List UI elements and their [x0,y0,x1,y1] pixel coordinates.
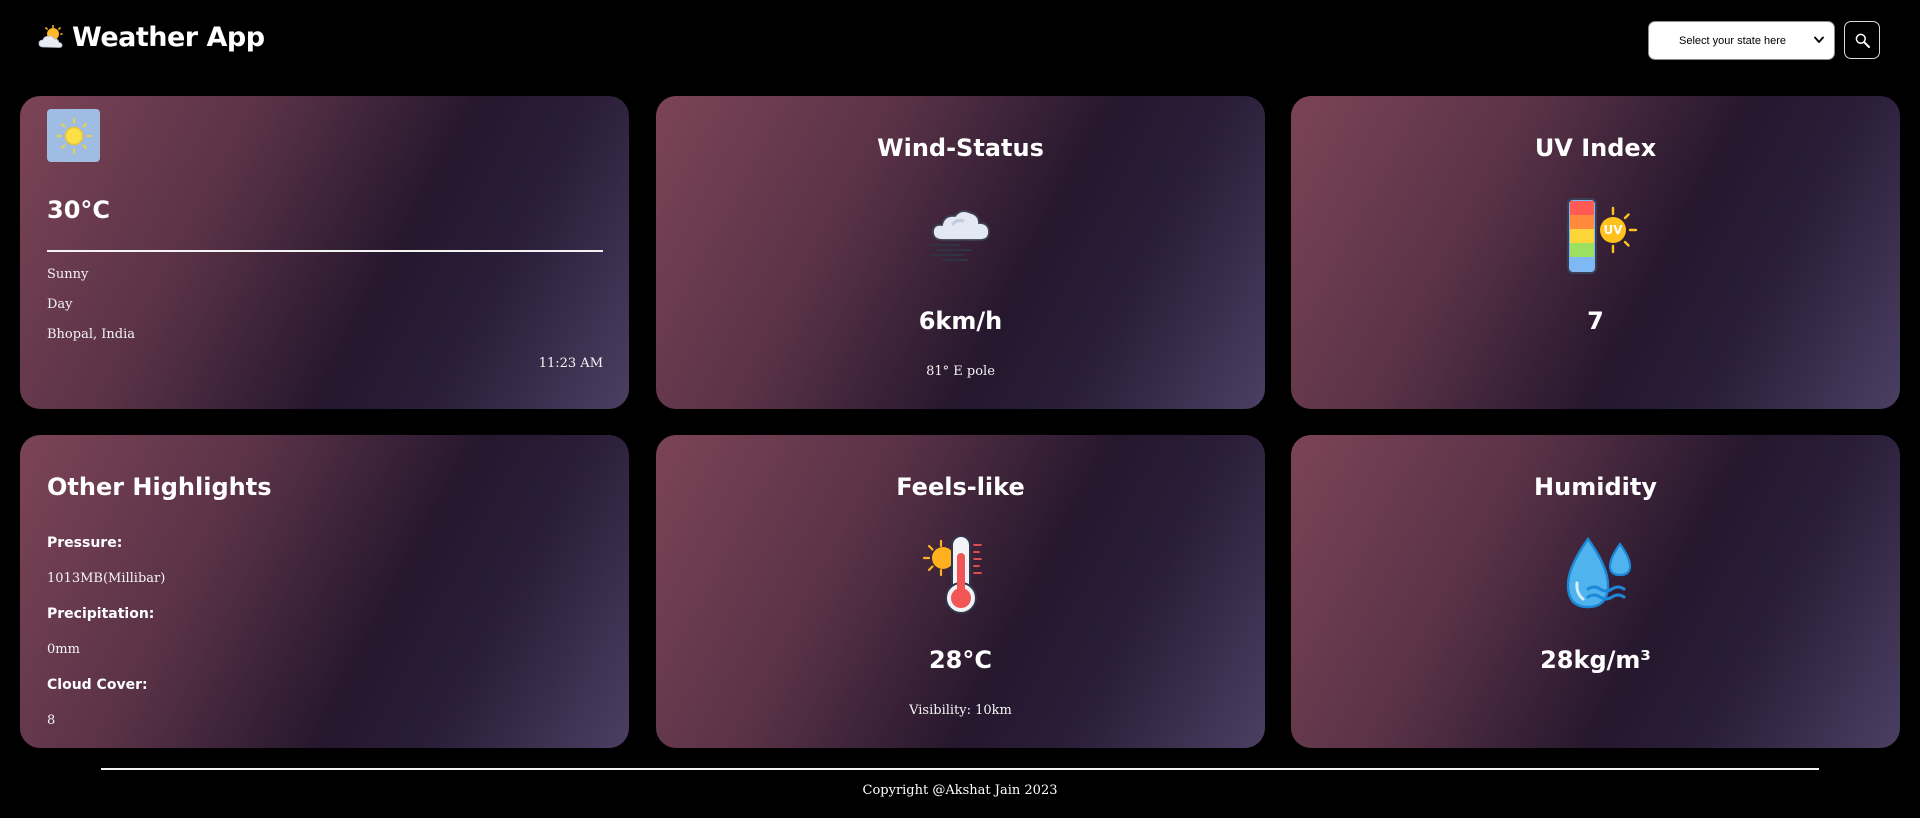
svg-text:UV: UV [1603,223,1623,237]
wind-cloud-icon [929,210,990,261]
feels-like-title: Feels-like [896,473,1025,501]
uv-index-value: 7 [1587,307,1604,335]
humidity-title: Humidity [1534,473,1657,501]
wind-direction: 81° E pole [926,364,995,379]
pressure-label: Pressure: [47,535,123,551]
wind-speed: 6km/h [918,307,1003,335]
uv-index-title: UV Index [1534,134,1657,162]
copyright: Copyright @Akshat Jain 2023 [862,783,1058,798]
wind-status-card: Wind-Status 6km/h 81° E pole [656,96,1265,409]
footer-divider [101,768,1819,770]
sun-icon [55,117,92,154]
chevron-down-icon [1814,36,1824,43]
cloud-cover-value: 8 [47,713,56,728]
state-select-value: Select your state here [1679,34,1787,47]
current-weather-card: 30°C Sunny Day Bhopal, India 11:23 AM [20,96,629,409]
visibility: Visibility: 10km [909,703,1012,718]
wind-status-title: Wind-Status [877,134,1044,162]
uv-index-icon: UV [1566,198,1637,274]
divider [47,250,603,252]
weather-condition: Sunny [47,267,89,282]
pressure-value: 1013MB(Millibar) [47,571,166,586]
highlights-title: Other Highlights [47,473,272,501]
precipitation-label: Precipitation: [47,606,155,622]
other-highlights-card: Other Highlights Pressure: 1013MB(Millib… [20,435,629,748]
day-period: Day [47,297,73,312]
search-button[interactable] [1844,21,1880,59]
app-title: Weather App [72,22,265,53]
feels-like-temperature: 28°C [928,646,992,674]
state-select[interactable]: Select your state here [1648,21,1835,60]
cloud-cover-label: Cloud Cover: [47,677,148,693]
sun-behind-cloud-icon [38,24,63,48]
weather-tile [47,109,100,162]
humidity-value: 28kg/m³ [1540,646,1651,674]
humidity-card: Humidity 28kg/m³ [1291,435,1900,748]
precipitation-value: 0mm [47,642,80,657]
location: Bhopal, India [47,327,135,342]
uv-index-card: UV Index UV 7 [1291,96,1900,409]
feels-like-card: Feels-like 28°C Visibility: 10km [656,435,1265,748]
water-drops-icon [1566,536,1631,609]
header: Weather App Select your state here [0,0,1920,80]
local-time: 11:23 AM [538,356,603,371]
thermometer-sun-icon [922,535,982,614]
current-temperature: 30°C [47,196,111,224]
app-brand: Weather App [38,22,265,53]
search-icon [1855,33,1870,48]
